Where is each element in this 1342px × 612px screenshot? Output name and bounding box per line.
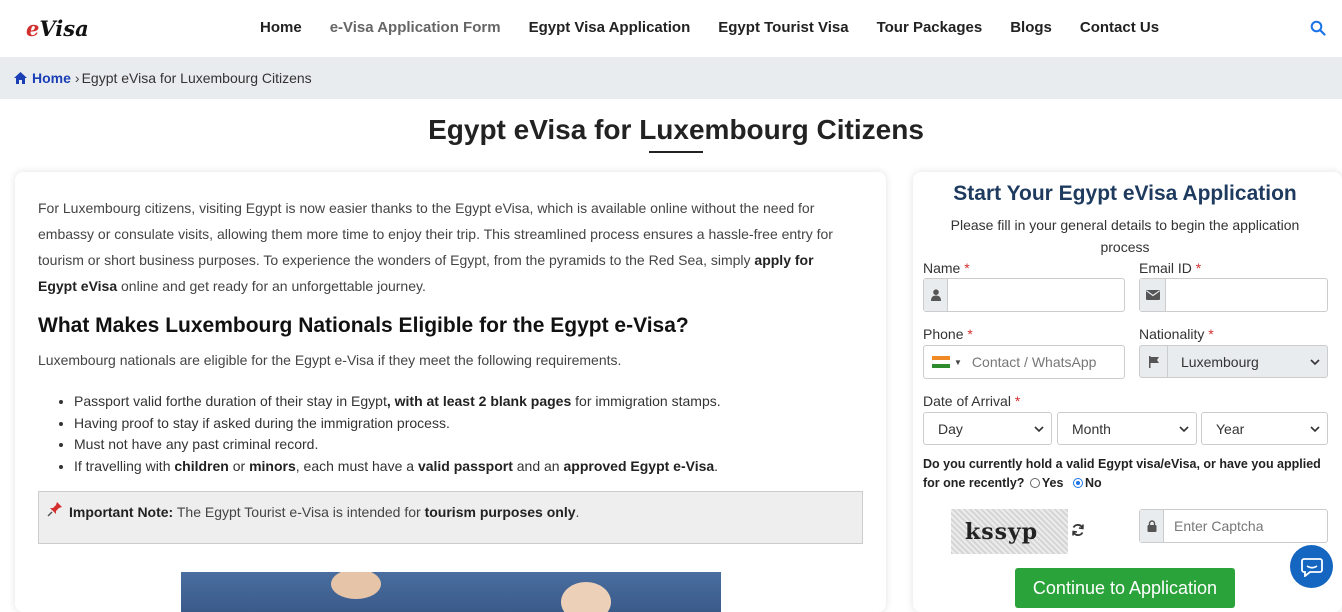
nav-tour-packages[interactable]: Tour Packages bbox=[863, 19, 997, 36]
captcha-image: kssyp bbox=[951, 509, 1068, 554]
visa-question: Do you currently hold a valid Egypt visa… bbox=[923, 457, 1321, 490]
day-select[interactable]: Day bbox=[923, 412, 1052, 445]
content-card: For Luxembourg citizens, visiting Egypt … bbox=[15, 172, 886, 612]
chevron-down-icon bbox=[1310, 426, 1320, 433]
month-select[interactable]: Month bbox=[1057, 412, 1197, 445]
breadcrumb: Home › Egypt eVisa for Luxembourg Citize… bbox=[0, 57, 1342, 99]
user-icon bbox=[924, 279, 948, 311]
india-flag-icon[interactable] bbox=[932, 356, 950, 368]
list-item: Having proof to stay if asked during the… bbox=[74, 413, 721, 435]
nationality-value: Luxembourg bbox=[1181, 353, 1259, 370]
important-note: Important Note: The Egypt Tourist e-Visa… bbox=[38, 491, 863, 544]
nav-home[interactable]: Home bbox=[246, 19, 316, 36]
email-field[interactable] bbox=[1139, 278, 1328, 312]
list-item: If travelling with children or minors, e… bbox=[74, 456, 721, 478]
title-underline bbox=[649, 151, 703, 153]
chevron-down-icon bbox=[1179, 426, 1189, 433]
name-label: Name * bbox=[923, 260, 970, 276]
continue-button[interactable]: Continue to Application bbox=[1015, 568, 1235, 608]
email-input[interactable] bbox=[1166, 279, 1327, 311]
email-label: Email ID * bbox=[1139, 260, 1202, 276]
chat-button[interactable] bbox=[1290, 545, 1333, 588]
breadcrumb-home-label: Home bbox=[32, 70, 71, 86]
eligibility-heading: What Makes Luxembourg Nationals Eligible… bbox=[38, 314, 689, 337]
chevron-down-icon bbox=[1034, 426, 1044, 433]
chevron-down-icon: ▼ bbox=[954, 357, 962, 367]
phone-field[interactable]: ▼ bbox=[923, 345, 1125, 379]
nationality-select[interactable]: Luxembourg bbox=[1139, 345, 1328, 378]
intro-paragraph: For Luxembourg citizens, visiting Egypt … bbox=[38, 200, 833, 294]
requirements-list: Passport valid forthe duration of their … bbox=[74, 391, 721, 478]
name-input[interactable] bbox=[948, 279, 1124, 311]
lock-icon bbox=[1140, 510, 1164, 542]
nav-evisa-application-form[interactable]: e-Visa Application Form bbox=[316, 19, 515, 36]
application-form: Start Your Egypt eVisa Application Pleas… bbox=[913, 172, 1342, 612]
search-icon[interactable] bbox=[1310, 20, 1326, 36]
page-title: Egypt eVisa for Luxembourg Citizens bbox=[428, 114, 924, 145]
year-select[interactable]: Year bbox=[1201, 412, 1328, 445]
phone-input[interactable] bbox=[961, 346, 1124, 378]
name-field[interactable] bbox=[923, 278, 1125, 312]
form-subtitle: Please fill in your general details to b… bbox=[950, 217, 1300, 255]
radio-no[interactable] bbox=[1072, 478, 1083, 488]
breadcrumb-separator: › bbox=[74, 70, 80, 86]
phone-label: Phone * bbox=[923, 326, 973, 342]
captcha-input[interactable] bbox=[1164, 510, 1327, 542]
radio-yes[interactable] bbox=[1029, 478, 1040, 488]
site-logo[interactable]: eVisa bbox=[26, 16, 89, 41]
list-item: Passport valid forthe duration of their … bbox=[74, 391, 721, 413]
arrival-label: Date of Arrival * bbox=[923, 393, 1021, 409]
eligibility-subtext: Luxembourg nationals are eligible for th… bbox=[38, 352, 622, 368]
form-title: Start Your Egypt eVisa Application bbox=[953, 182, 1297, 205]
captcha-field[interactable] bbox=[1139, 509, 1328, 543]
flag-icon bbox=[1140, 346, 1168, 377]
pushpin-icon bbox=[47, 502, 62, 517]
home-icon bbox=[14, 72, 27, 84]
nav-contact-us[interactable]: Contact Us bbox=[1066, 19, 1173, 36]
breadcrumb-home[interactable]: Home bbox=[14, 70, 71, 86]
chat-icon bbox=[1300, 557, 1323, 577]
list-item: Must not have any past criminal record. bbox=[74, 434, 721, 456]
main-nav: Home e-Visa Application Form Egypt Visa … bbox=[246, 19, 1173, 36]
nationality-label: Nationality * bbox=[1139, 326, 1214, 342]
nav-egypt-tourist-visa[interactable]: Egypt Tourist Visa bbox=[704, 19, 862, 36]
envelope-icon bbox=[1140, 279, 1166, 311]
chevron-down-icon bbox=[1310, 359, 1320, 366]
refresh-icon[interactable] bbox=[1071, 523, 1085, 537]
nav-blogs[interactable]: Blogs bbox=[996, 19, 1066, 36]
nav-egypt-visa-application[interactable]: Egypt Visa Application bbox=[515, 19, 705, 36]
breadcrumb-current: Egypt eVisa for Luxembourg Citizens bbox=[81, 70, 312, 86]
site-header: eVisa Home e-Visa Application Form Egypt… bbox=[0, 0, 1342, 57]
passport-image bbox=[181, 572, 721, 612]
